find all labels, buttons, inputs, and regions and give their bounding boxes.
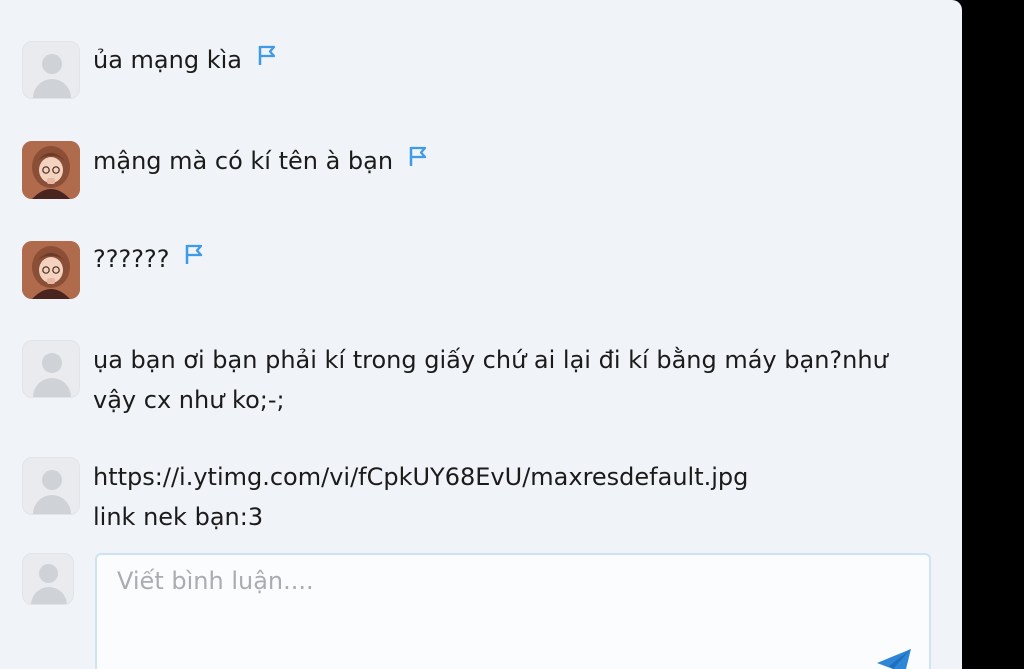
comment-text: https://i.ytimg.com/vi/fCpkUY68EvU/maxre…	[93, 463, 749, 531]
report-flag-icon[interactable]	[256, 38, 278, 78]
comment-text-wrap: ủa mạng kìa	[93, 40, 278, 80]
comment-text-wrap: ??????	[93, 239, 205, 279]
report-flag-icon[interactable]	[407, 139, 429, 179]
comment-box	[95, 553, 931, 669]
current-user-avatar	[22, 553, 74, 605]
comment-text-wrap: mậng mà có kí tên à bạn	[93, 141, 429, 181]
paper-plane-icon[interactable]	[875, 645, 913, 669]
comment-item: ??????	[22, 241, 205, 299]
default-avatar[interactable]	[22, 41, 80, 99]
default-avatar[interactable]	[22, 457, 80, 515]
comment-item: ụa bạn ơi bạn phải kí trong giấy chứ ai …	[22, 340, 888, 420]
comment-text: ??????	[93, 245, 170, 273]
comment-item: mậng mà có kí tên à bạn	[22, 141, 429, 199]
comment-item: https://i.ytimg.com/vi/fCpkUY68EvU/maxre…	[22, 457, 748, 537]
report-flag-icon[interactable]	[183, 237, 205, 277]
default-avatar[interactable]	[22, 340, 80, 398]
comments-panel: ủa mạng kìa mậng mà có kí tên à bạn ????…	[0, 0, 962, 669]
comment-item: ủa mạng kìa	[22, 41, 278, 99]
comment-text: ủa mạng kìa	[93, 46, 242, 74]
comment-text: ụa bạn ơi bạn phải kí trong giấy chứ ai …	[93, 346, 888, 414]
comment-input[interactable]	[97, 555, 929, 669]
girl-avatar[interactable]	[22, 141, 80, 199]
girl-avatar[interactable]	[22, 241, 80, 299]
comment-input-row	[22, 553, 931, 669]
comment-text: mậng mà có kí tên à bạn	[93, 147, 394, 175]
